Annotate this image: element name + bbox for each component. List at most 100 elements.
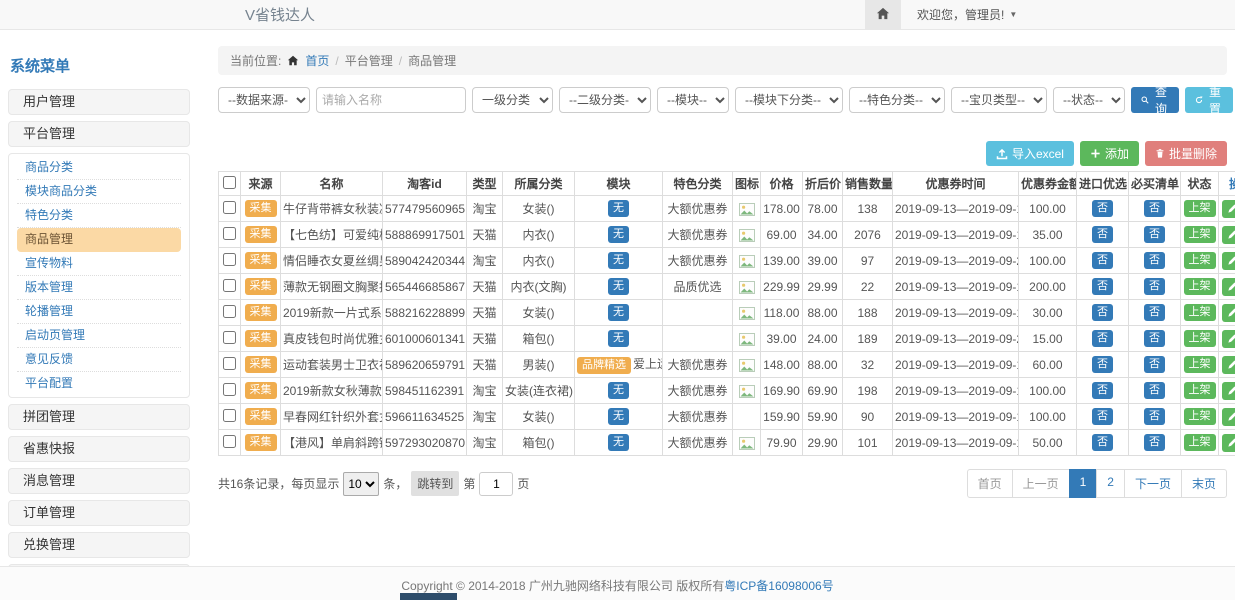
status-badge[interactable]: 上架 (1184, 200, 1216, 217)
edit-button[interactable] (1222, 278, 1235, 296)
sidebar-item[interactable]: 特色分类 (17, 204, 181, 228)
must-buy-toggle[interactable]: 否 (1144, 330, 1165, 347)
must-buy-toggle[interactable]: 否 (1144, 200, 1165, 217)
status-badge[interactable]: 上架 (1184, 408, 1216, 425)
must-buy-toggle[interactable]: 否 (1144, 356, 1165, 373)
add-button[interactable]: 添加 (1080, 141, 1139, 166)
edit-button[interactable] (1222, 330, 1235, 348)
import-select-toggle[interactable]: 否 (1092, 408, 1113, 425)
status-badge[interactable]: 上架 (1184, 382, 1216, 399)
must-buy-toggle[interactable]: 否 (1144, 408, 1165, 425)
sidebar-item[interactable]: 版本管理 (17, 276, 181, 300)
sidebar-group[interactable]: 消息管理 (8, 468, 190, 494)
must-buy-toggle[interactable]: 否 (1144, 278, 1165, 295)
breadcrumb-home-link[interactable]: 首页 (305, 52, 329, 69)
edit-button[interactable] (1222, 434, 1235, 452)
sidebar-item[interactable]: 平台配置 (17, 372, 181, 395)
status-badge[interactable]: 上架 (1184, 330, 1216, 347)
sidebar-group[interactable]: 用户管理 (8, 89, 190, 115)
import-select-toggle[interactable]: 否 (1092, 434, 1113, 451)
edit-button[interactable] (1222, 252, 1235, 270)
import-select-toggle[interactable]: 否 (1092, 200, 1113, 217)
filter-select[interactable]: --特色分类-- (849, 87, 945, 113)
status-badge[interactable]: 上架 (1184, 252, 1216, 269)
edit-button[interactable] (1222, 382, 1235, 400)
sidebar-item[interactable]: 商品分类 (17, 156, 181, 180)
batch-delete-button[interactable]: 批量删除 (1145, 141, 1227, 166)
row-checkbox[interactable] (223, 227, 236, 240)
reset-button[interactable]: 重置 (1185, 87, 1233, 113)
jump-button[interactable]: 跳转到 (411, 471, 459, 496)
edit-button[interactable] (1222, 356, 1235, 374)
import-select-toggle[interactable]: 否 (1092, 382, 1113, 399)
must-buy-toggle[interactable]: 否 (1144, 304, 1165, 321)
import-select-toggle[interactable]: 否 (1092, 278, 1113, 295)
must-buy-toggle[interactable]: 否 (1144, 434, 1165, 451)
filter-select[interactable]: --状态-- (1053, 87, 1125, 113)
row-checkbox[interactable] (223, 409, 236, 422)
sidebar-group[interactable]: 兑换管理 (8, 532, 190, 558)
sidebar-group[interactable]: 省惠快报 (8, 436, 190, 462)
filter-select[interactable]: --宝贝类型-- (951, 87, 1047, 113)
sales-cell: 22 (843, 274, 893, 300)
filter-select[interactable]: --模块下分类-- (735, 87, 843, 113)
must-buy-toggle[interactable]: 否 (1144, 382, 1165, 399)
row-checkbox[interactable] (223, 357, 236, 370)
must-buy-toggle[interactable]: 否 (1144, 226, 1165, 243)
pager-first[interactable]: 首页 (967, 469, 1013, 498)
sidebar-item[interactable]: 宣传物料 (17, 252, 181, 276)
edit-button[interactable] (1222, 226, 1235, 244)
row-checkbox[interactable] (223, 331, 236, 344)
pager-page[interactable]: 2 (1096, 469, 1125, 498)
edit-button[interactable] (1222, 304, 1235, 322)
sidebar-item[interactable]: 轮播管理 (17, 300, 181, 324)
import-select-toggle[interactable]: 否 (1092, 356, 1113, 373)
pager-page[interactable]: 1 (1069, 469, 1098, 498)
sidebar-item[interactable]: 启动页管理 (17, 324, 181, 348)
status-badge[interactable]: 上架 (1184, 356, 1216, 373)
user-menu[interactable]: 欢迎您，管理员! ▼ (917, 6, 1017, 23)
import-select-toggle[interactable]: 否 (1092, 252, 1113, 269)
module-subcategory: 爱上运动 (633, 357, 663, 371)
row-checkbox[interactable] (223, 305, 236, 318)
per-page-select[interactable]: 10 (343, 472, 379, 496)
search-button[interactable]: 查询 (1131, 87, 1179, 113)
pager-next[interactable]: 下一页 (1124, 469, 1182, 498)
status-badge[interactable]: 上架 (1184, 226, 1216, 243)
row-checkbox[interactable] (223, 279, 236, 292)
edit-button[interactable] (1222, 408, 1235, 426)
sidebar-group[interactable]: 拼团管理 (8, 404, 190, 430)
filter-select[interactable]: --数据来源-- (218, 87, 310, 113)
filter-select[interactable]: --模块-- (657, 87, 729, 113)
sidebar-group[interactable]: 订单管理 (8, 500, 190, 526)
row-checkbox[interactable] (223, 253, 236, 266)
status-badge[interactable]: 上架 (1184, 434, 1216, 451)
must-buy-toggle[interactable]: 否 (1144, 252, 1165, 269)
row-checkbox[interactable] (223, 383, 236, 396)
sidebar-item[interactable]: 模块商品分类 (17, 180, 181, 204)
status-badge[interactable]: 上架 (1184, 278, 1216, 295)
source-badge: 采集 (245, 408, 277, 425)
import-select-toggle[interactable]: 否 (1092, 330, 1113, 347)
product-image-icon (739, 357, 755, 371)
edit-button[interactable] (1222, 200, 1235, 218)
row-checkbox[interactable] (223, 435, 236, 448)
name-filter-input[interactable] (316, 87, 466, 113)
pager-last[interactable]: 末页 (1181, 469, 1227, 498)
row-checkbox[interactable] (223, 201, 236, 214)
import-excel-button[interactable]: 导入excel (986, 141, 1074, 166)
sidebar-item[interactable]: 商品管理 (17, 228, 181, 252)
import-select-toggle[interactable]: 否 (1092, 304, 1113, 321)
home-button[interactable] (865, 0, 901, 29)
icp-link[interactable]: 粤ICP备16098006号 (724, 579, 833, 593)
select-all-checkbox[interactable] (223, 176, 236, 189)
status-badge[interactable]: 上架 (1184, 304, 1216, 321)
import-select-toggle[interactable]: 否 (1092, 226, 1113, 243)
filter-select[interactable]: --二级分类-- (559, 87, 651, 113)
pager-prev[interactable]: 上一页 (1012, 469, 1070, 498)
sidebar-item[interactable]: 意见反馈 (17, 348, 181, 372)
page-number-input[interactable] (479, 472, 513, 496)
feature-cell: 大额优惠券 (663, 222, 733, 248)
sidebar-group[interactable]: 平台管理 (8, 121, 190, 147)
filter-select[interactable]: 一级分类 (472, 87, 553, 113)
